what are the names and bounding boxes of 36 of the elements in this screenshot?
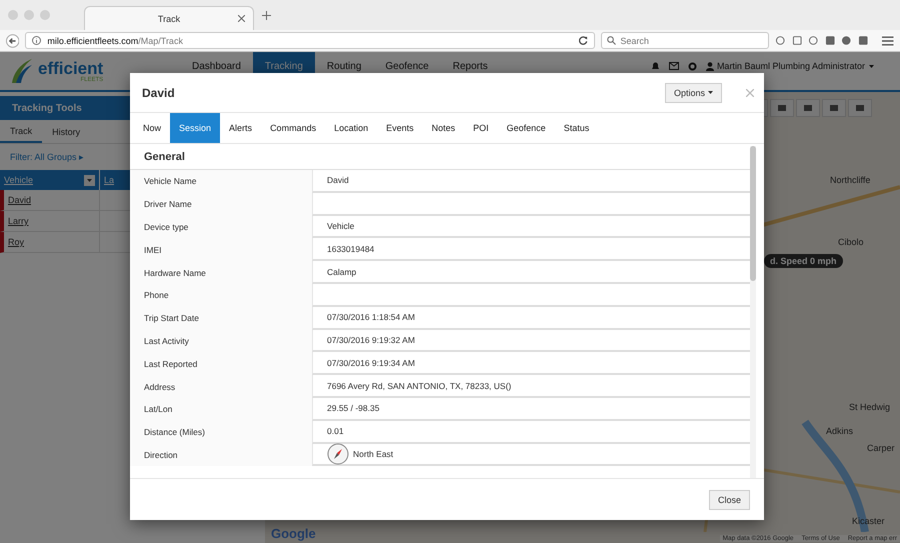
field-value: Vehicle: [327, 220, 354, 231]
field-label: Trip Start Date: [130, 306, 312, 330]
vehicle-speed-label: d. Speed 0 mph: [764, 254, 843, 268]
place-label: Kicaster: [852, 516, 885, 526]
vehicle-name: Larry: [4, 211, 100, 231]
field-label: Lat/Lon: [130, 398, 312, 421]
field-value: David: [327, 175, 349, 186]
field-value: 07/30/2016 1:18:54 AM: [327, 312, 415, 322]
google-logo: Google: [271, 526, 316, 541]
field-value: 07/30/2016 9:19:34 AM: [327, 358, 415, 368]
field-label: Phone: [130, 284, 312, 307]
vehicle-name: David: [4, 190, 100, 210]
field-value: 07/30/2016 9:19:32 AM: [327, 334, 415, 345]
url-text: milo.efficientfleets.com/Map/Track: [47, 36, 183, 46]
field-label: Driver Name: [130, 192, 312, 216]
field-value: 7696 Avery Rd, SAN ANTONIO, TX, 78233, US(): [327, 380, 512, 391]
place-label: Adkins: [826, 426, 854, 436]
field-value: 1633019484: [327, 244, 374, 254]
field-label: Last Activity: [130, 330, 312, 352]
place-label: Carper: [867, 443, 895, 453]
field-label: Last Reported: [130, 352, 312, 376]
field-label: Distance (Miles): [130, 420, 312, 444]
field-label: Vehicle Name: [130, 170, 312, 193]
field-label: Direction: [130, 444, 312, 466]
place-label: St Hedwig: [849, 402, 890, 412]
field-label: Hardware Name: [130, 261, 312, 284]
field-value: 0.01: [327, 426, 344, 436]
field-label: Device type: [130, 216, 312, 238]
place-label: Cibolo: [838, 237, 864, 247]
vehicle-name: Roy: [4, 232, 100, 252]
field-value: Calamp: [327, 266, 356, 277]
field-label: IMEI: [130, 238, 312, 262]
field-value: 29.55 / -98.35: [327, 403, 380, 414]
place-label: Northcliffe: [830, 175, 870, 185]
field-value: North East: [353, 448, 394, 459]
field-label: Address: [130, 375, 312, 398]
